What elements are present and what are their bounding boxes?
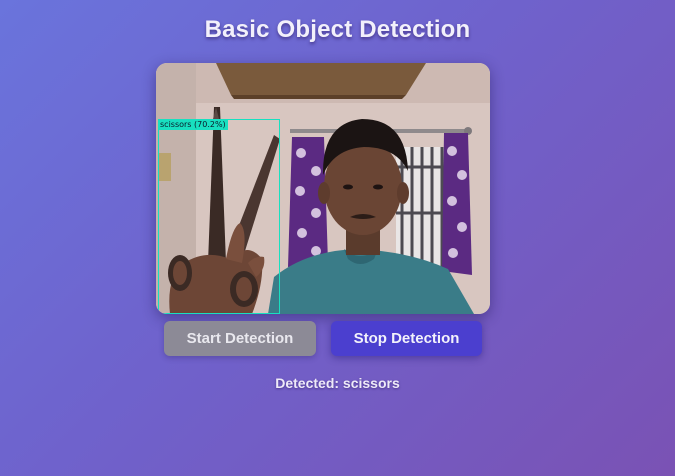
detection-label: scissors (70.2%) — [158, 119, 228, 130]
video-feed: scissors (70.2%) — [156, 63, 490, 314]
detection-bounding-box — [158, 119, 280, 314]
start-detection-button[interactable]: Start Detection — [164, 321, 316, 356]
page-title: Basic Object Detection — [204, 16, 471, 43]
stop-detection-button[interactable]: Stop Detection — [331, 321, 482, 356]
detection-status: Detected: scissors — [275, 375, 400, 391]
